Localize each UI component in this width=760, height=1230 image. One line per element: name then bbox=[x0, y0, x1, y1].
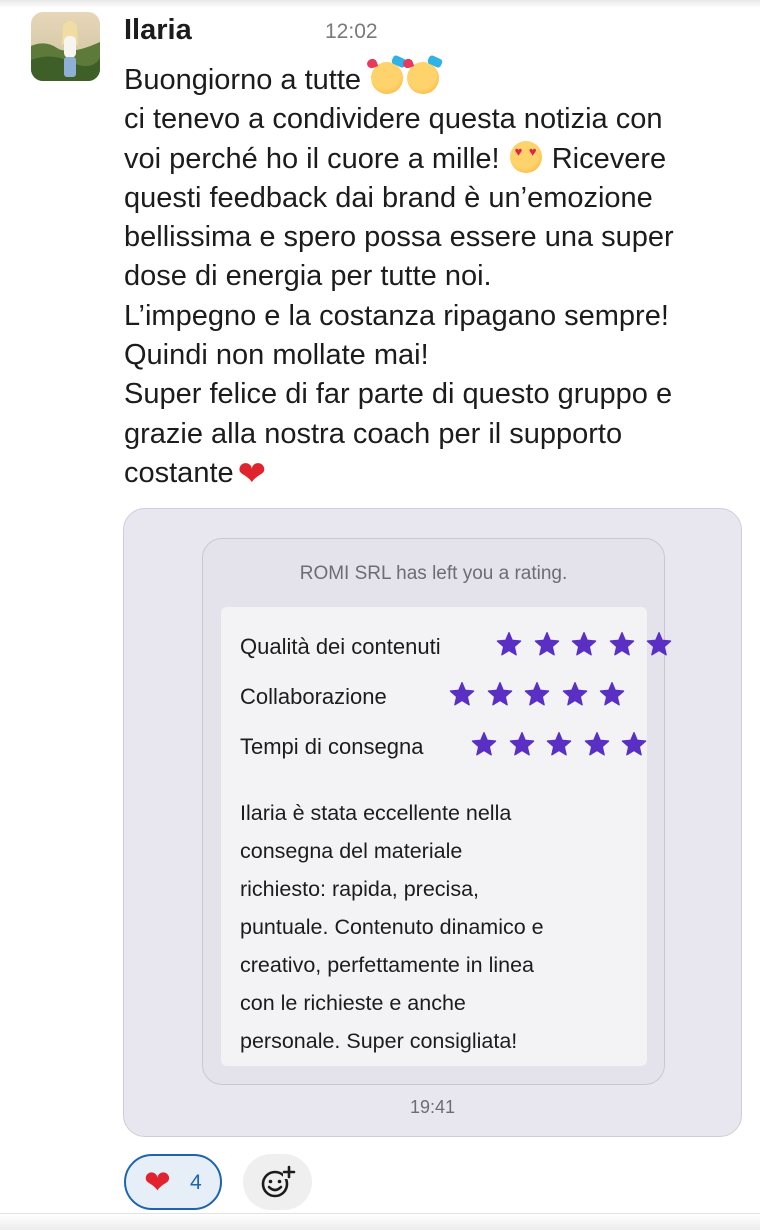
image-attachment[interactable]: ROMI SRL has left you a rating. Qualità … bbox=[123, 508, 742, 1137]
reaction-count: 4 bbox=[190, 1171, 202, 1194]
star-icon bbox=[621, 731, 647, 757]
star-rating bbox=[449, 681, 637, 712]
star-icon bbox=[609, 631, 635, 657]
star-icon bbox=[487, 681, 513, 707]
star-icon bbox=[599, 681, 625, 707]
message-body: Buongiorno a tutte ci tenevo a condivide… bbox=[124, 61, 754, 494]
top-edge bbox=[0, 0, 760, 8]
rating-details: Qualità dei contenuti Collaborazione Tem… bbox=[221, 607, 672, 1066]
message-line: voi perché ho il cuore a mille! Ricevere bbox=[124, 140, 754, 179]
message-line: questi feedback dai brand è un’emozione bbox=[124, 181, 653, 214]
star-icon bbox=[562, 681, 588, 707]
smiling-face-with-hearts-icon bbox=[371, 62, 404, 94]
review-line: consegna del materiale bbox=[240, 839, 463, 863]
star-icon bbox=[509, 731, 535, 757]
star-icon bbox=[584, 731, 610, 757]
red-heart-icon: ❤ bbox=[144, 1164, 171, 1200]
heart-eyes-icon bbox=[509, 140, 542, 173]
add-reaction-icon bbox=[261, 1165, 296, 1198]
message-line: costante ❤ bbox=[124, 454, 267, 493]
star-icon bbox=[524, 681, 550, 707]
star-icon bbox=[646, 631, 672, 657]
rating-label: Collaborazione bbox=[240, 684, 387, 709]
smiling-face-with-hearts-icon bbox=[407, 62, 440, 94]
rating-card-header: ROMI SRL has left you a rating. bbox=[299, 563, 568, 584]
message-line: bellissima e spero possa essere una supe… bbox=[124, 221, 674, 254]
card-timestamp: 19:41 bbox=[409, 1097, 456, 1117]
message-line: grazie alla nostra coach per il supporto bbox=[124, 417, 623, 450]
message-line: Super felice di far parte di questo grup… bbox=[124, 378, 673, 411]
message-line: dose di energia per tutte noi. bbox=[124, 260, 492, 293]
message-timestamp[interactable]: 12:02 bbox=[325, 20, 378, 44]
star-icon bbox=[571, 631, 597, 657]
message-line: L’impegno e la costanza ripagano sempre! bbox=[124, 299, 669, 332]
star-icon bbox=[449, 681, 475, 707]
red-heart-icon: ❤ bbox=[237, 454, 267, 493]
rating-label: Tempi di consegna bbox=[240, 734, 424, 759]
composer-edge bbox=[0, 1213, 760, 1230]
star-icon bbox=[496, 631, 522, 657]
rating-label: Qualità dei contenuti bbox=[240, 634, 441, 659]
message-line: Buongiorno a tutte bbox=[124, 61, 754, 100]
star-rating bbox=[496, 631, 684, 662]
review-line: con le richieste e anche bbox=[240, 991, 466, 1015]
avatar[interactable] bbox=[31, 12, 100, 81]
add-reaction-button[interactable] bbox=[243, 1154, 312, 1210]
author-name[interactable]: Ilaria bbox=[124, 14, 192, 47]
star-icon bbox=[471, 731, 497, 757]
review-line: personale. Super consigliata! bbox=[240, 1029, 518, 1053]
review-line: puntuale. Contenuto dinamico e bbox=[240, 915, 544, 939]
review-line: Ilaria è stata eccellente nella bbox=[240, 801, 512, 825]
message-line: ci tenevo a condividere questa notizia c… bbox=[124, 103, 663, 136]
review-line: richiesto: rapida, precisa, bbox=[240, 877, 479, 901]
review-text: Ilaria è stata eccellente nella consegna… bbox=[240, 794, 640, 1060]
heart-reaction-button[interactable]: ❤ 4 bbox=[124, 1154, 222, 1210]
star-icon bbox=[546, 731, 572, 757]
message-line: Quindi non mollate mai! bbox=[124, 339, 429, 372]
star-icon bbox=[534, 631, 560, 657]
review-line: creativo, perfettamente in linea bbox=[240, 953, 534, 977]
star-rating bbox=[471, 731, 659, 762]
rating-card: ROMI SRL has left you a rating. Qualità … bbox=[202, 538, 672, 1085]
